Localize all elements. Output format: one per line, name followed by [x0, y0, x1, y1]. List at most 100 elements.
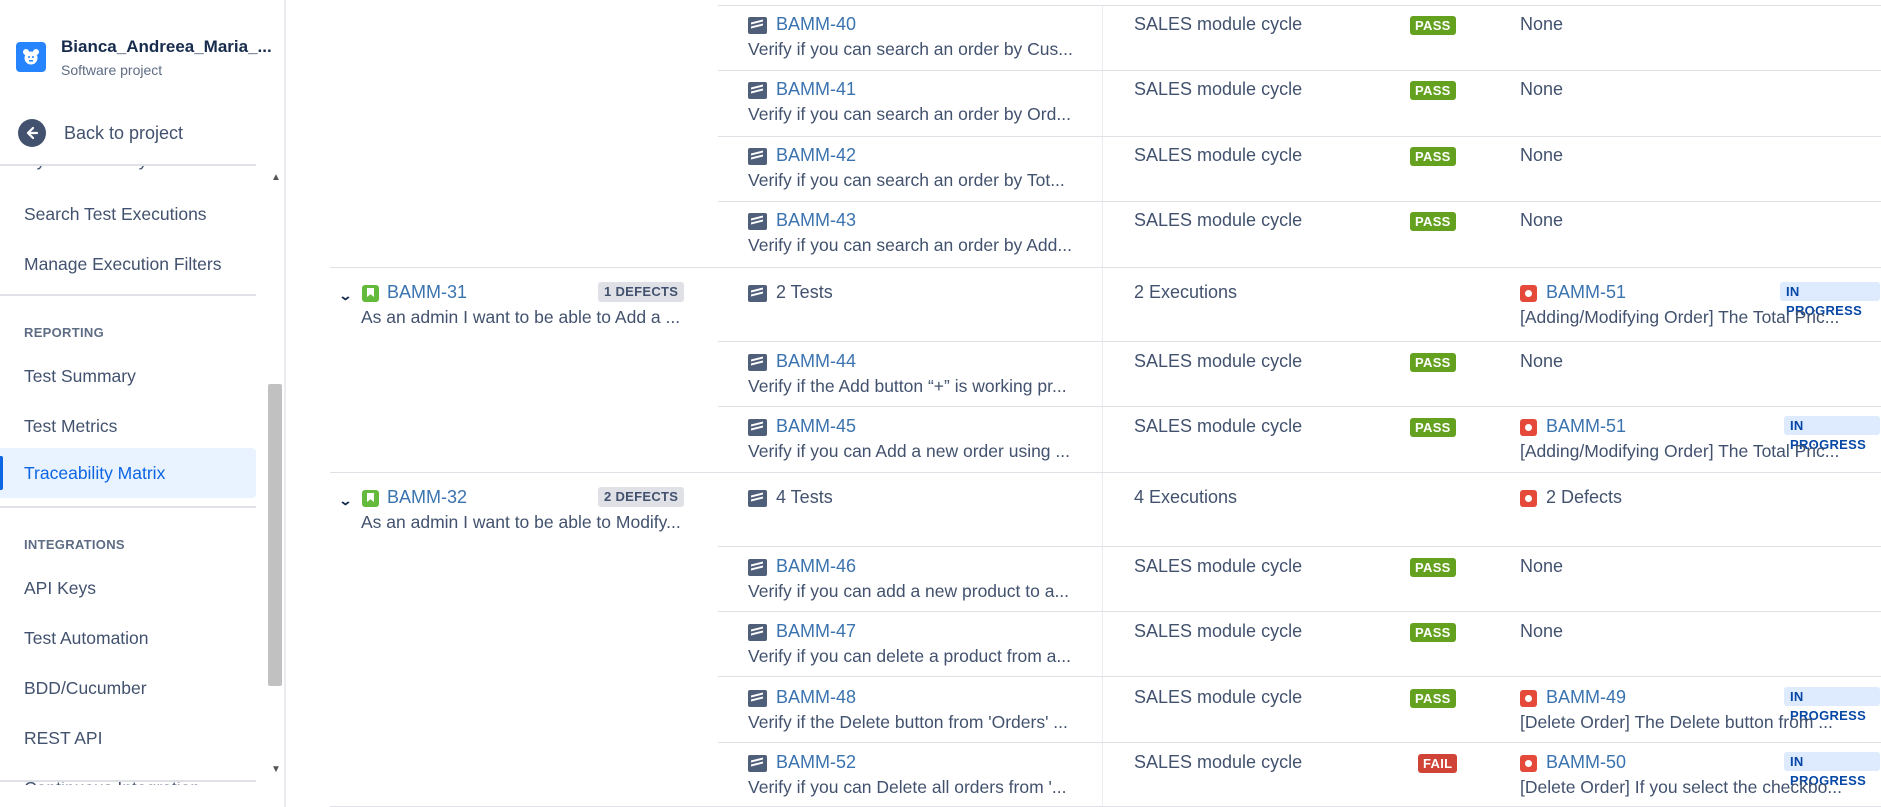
project-name[interactable]: Bianca_Andreea_Maria_... — [61, 37, 272, 57]
defect-count-badge: 1 DEFECTS — [598, 282, 685, 302]
row-divider — [330, 472, 1881, 473]
execution-cycle[interactable]: SALES module cycle — [1134, 556, 1302, 577]
divider — [0, 506, 256, 508]
sidebar-item-traceability-matrix[interactable]: Traceability Matrix — [0, 448, 256, 498]
test-summary: Verify if you can add a new product to a… — [748, 581, 1070, 601]
execution-cycle[interactable]: SALES module cycle — [1134, 416, 1302, 437]
sidebar-item-cycle-summary[interactable]: Cycle Summary — [0, 166, 256, 184]
status-badge: PASS — [1410, 689, 1456, 708]
chevron-down-icon[interactable]: ⌄ — [338, 493, 352, 509]
status-badge: PASS — [1410, 558, 1456, 577]
scroll-down-arrow-icon[interactable]: ▼ — [271, 764, 281, 775]
test-key-link[interactable]: BAMM-42 — [776, 145, 856, 166]
status-badge: FAIL — [1418, 754, 1458, 773]
test-key-link[interactable]: BAMM-41 — [776, 79, 856, 100]
sidebar-item-test-summary[interactable]: Test Summary — [0, 352, 256, 400]
test-icon — [748, 690, 767, 707]
scroll-up-arrow-icon[interactable]: ▲ — [271, 172, 281, 183]
test-icon — [748, 755, 767, 772]
requirement-key-link[interactable]: BAMM-31 — [387, 282, 467, 303]
defect-status-badge: IN PROGRESS — [1784, 416, 1880, 452]
test-summary: Verify if you can search an order by Add… — [748, 235, 1072, 255]
test-key-link[interactable]: BAMM-48 — [776, 687, 856, 708]
story-icon — [362, 490, 379, 507]
chevron-down-icon[interactable]: ⌄ — [338, 288, 352, 304]
project-header: Bianca_Andreea_Maria_... Software projec… — [0, 0, 284, 160]
sidebar-item-bdd-cucumber[interactable]: BDD/Cucumber — [0, 664, 256, 712]
execution-cycle[interactable]: SALES module cycle — [1134, 351, 1302, 372]
sidebar-item-api-keys[interactable]: API Keys — [0, 564, 256, 612]
defects-count[interactable]: 2 Defects — [1546, 487, 1622, 508]
execution-cycle[interactable]: SALES module cycle — [1134, 79, 1302, 100]
project-avatar-icon[interactable] — [16, 42, 46, 72]
test-icon — [748, 82, 767, 99]
test-icon — [748, 17, 767, 34]
sidebar-item-test-metrics[interactable]: Test Metrics — [0, 402, 256, 450]
test-key-link[interactable]: BAMM-47 — [776, 621, 856, 642]
status-badge: PASS — [1410, 212, 1456, 231]
arrow-left-icon — [18, 119, 46, 147]
defect-summary: [Adding/Modifying Order] The Total Pric.… — [1520, 441, 1840, 461]
test-key-link[interactable]: BAMM-43 — [776, 210, 856, 231]
row-divider — [718, 611, 1881, 612]
row-divider — [330, 267, 1881, 268]
row-divider — [718, 136, 1881, 137]
defect-summary: [Adding/Modifying Order] The Total Pric.… — [1520, 307, 1840, 327]
status-badge: PASS — [1410, 418, 1456, 437]
sidebar-item-rest-api[interactable]: REST API — [0, 714, 256, 762]
requirement-key-link[interactable]: BAMM-32 — [387, 487, 467, 508]
defect-key-link[interactable]: BAMM-51 — [1546, 416, 1626, 437]
row-divider — [718, 70, 1881, 71]
status-badge: PASS — [1410, 353, 1456, 372]
status-badge: PASS — [1410, 16, 1456, 35]
sidebar: Bianca_Andreea_Maria_... Software projec… — [0, 0, 286, 807]
test-icon — [748, 624, 767, 641]
defect-none: None — [1520, 14, 1564, 34]
traceability-matrix-table: BAMM-40 Verify if you can search an orde… — [330, 0, 1881, 807]
sidebar-item-manage-execution-filters[interactable]: Manage Execution Filters — [0, 240, 256, 288]
defect-status-badge: IN PROGRESS — [1784, 687, 1880, 723]
execution-cycle[interactable]: SALES module cycle — [1134, 14, 1302, 35]
back-to-project-label: Back to project — [64, 122, 184, 143]
sidebar-scrollbar[interactable]: ▲ ▼ — [266, 166, 284, 785]
execution-cycle[interactable]: SALES module cycle — [1134, 145, 1302, 166]
bug-icon — [1520, 490, 1537, 507]
scrollbar-thumb[interactable] — [268, 384, 282, 686]
row-divider — [718, 341, 1881, 342]
execution-cycle[interactable]: SALES module cycle — [1134, 752, 1302, 773]
sidebar-item-test-automation[interactable]: Test Automation — [0, 614, 256, 662]
row-divider — [718, 742, 1881, 743]
test-summary: Verify if you can Add a new order using … — [748, 441, 1070, 461]
project-type: Software project — [61, 62, 163, 78]
tests-count[interactable]: 2 Tests — [776, 282, 833, 303]
test-key-link[interactable]: BAMM-44 — [776, 351, 856, 372]
test-summary: Verify if you can Delete all orders from… — [748, 777, 1067, 797]
defect-status-badge: IN PROGRESS — [1784, 752, 1880, 788]
sidebar-item-search-test-executions[interactable]: Search Test Executions — [0, 190, 256, 238]
tests-count[interactable]: 4 Tests — [776, 487, 833, 508]
defect-key-link[interactable]: BAMM-50 — [1546, 752, 1626, 773]
test-summary: Verify if you can search an order by Ord… — [748, 104, 1071, 124]
execution-cycle[interactable]: SALES module cycle — [1134, 210, 1302, 231]
test-icon — [748, 148, 767, 165]
defect-none: None — [1520, 79, 1564, 99]
execution-cycle[interactable]: SALES module cycle — [1134, 687, 1302, 708]
test-key-link[interactable]: BAMM-45 — [776, 416, 856, 437]
status-badge: PASS — [1410, 147, 1456, 166]
executions-count[interactable]: 2 Executions — [1134, 282, 1237, 303]
back-to-project-button[interactable]: Back to project — [18, 118, 183, 148]
test-key-link[interactable]: BAMM-40 — [776, 14, 856, 35]
defect-key-link[interactable]: BAMM-51 — [1546, 282, 1626, 303]
test-summary: Verify if you can search an order by Tot… — [748, 170, 1065, 190]
row-divider — [718, 406, 1881, 407]
divider — [0, 294, 256, 296]
row-divider — [718, 546, 1881, 547]
executions-count[interactable]: 4 Executions — [1134, 487, 1237, 508]
defect-key-link[interactable]: BAMM-49 — [1546, 687, 1626, 708]
test-key-link[interactable]: BAMM-52 — [776, 752, 856, 773]
test-key-link[interactable]: BAMM-46 — [776, 556, 856, 577]
test-icon — [748, 559, 767, 576]
execution-cycle[interactable]: SALES module cycle — [1134, 621, 1302, 642]
test-summary: Verify if you can delete a product from … — [748, 646, 1071, 666]
divider — [0, 780, 256, 782]
